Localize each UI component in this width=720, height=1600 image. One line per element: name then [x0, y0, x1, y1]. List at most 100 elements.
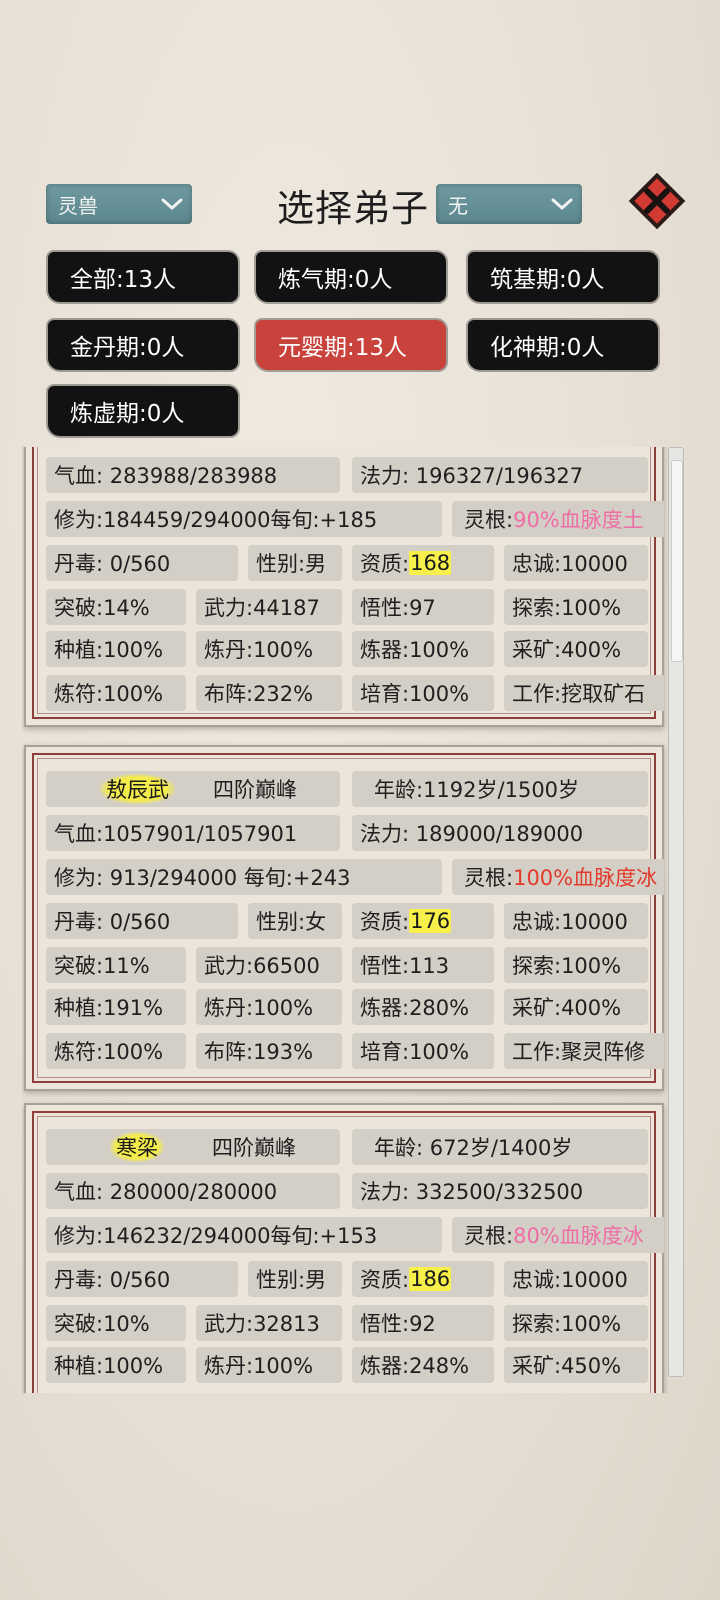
stat-force: 武力:66500 [196, 947, 342, 983]
filter-tag-label: 化神期:0人 [490, 335, 605, 361]
stat-cultivation: 修为:146232/294000每旬:+153 [46, 1217, 442, 1253]
page-title: 选择弟子 [277, 187, 429, 230]
aptitude-value: 186 [409, 1267, 452, 1291]
filter-tag-qi-refining[interactable]: 炼气期:0人 [256, 252, 446, 302]
aptitude-value: 168 [409, 551, 452, 575]
disciple-card[interactable]: 敖辰武 四阶巅峰 年龄:1192岁/1500岁 气血:1057901/10579… [24, 745, 664, 1091]
chevron-down-icon [161, 198, 183, 211]
stat-loyalty: 忠诚:10000 [504, 1261, 648, 1297]
filter-tag-all[interactable]: 全部:13人 [48, 252, 238, 302]
stat-insight: 悟性:113 [352, 947, 494, 983]
filter-dropdown[interactable]: 无 [436, 184, 582, 224]
disciple-card[interactable]: 气血: 283988/283988 法力: 196327/196327 修为:1… [24, 447, 664, 727]
filter-tag-foundation[interactable]: 筑基期:0人 [468, 252, 658, 302]
aptitude-label: 资质: [360, 552, 410, 576]
filter-tag-label: 全部:13人 [70, 267, 177, 293]
filter-tag-label: 炼虚期:0人 [70, 401, 185, 427]
stat-formation: 布阵:232% [196, 675, 342, 711]
spirit-root-label: 灵根: [464, 866, 514, 890]
stat-spirit-root: 灵根: 90%血脉度土 [452, 501, 664, 537]
stat-forge: 炼器:280% [352, 989, 494, 1025]
aptitude-label: 资质: [360, 1268, 410, 1292]
disciple-name-cell: 敖辰武 四阶巅峰 [46, 771, 340, 807]
stat-alchemy: 炼丹:100% [196, 989, 342, 1025]
stat-explore: 探索:100% [504, 1305, 648, 1341]
filter-tag-golden-core[interactable]: 金丹期:0人 [48, 320, 238, 370]
stat-aptitude: 资质: 186 [352, 1261, 494, 1297]
stat-aptitude: 资质: 176 [352, 903, 494, 939]
stat-alchemy: 炼丹:100% [196, 1347, 342, 1383]
disciple-name: 敖辰武 [100, 774, 175, 804]
stat-poison: 丹毒: 0/560 [46, 545, 238, 581]
stat-mining: 采矿:400% [504, 631, 648, 667]
stat-plant: 种植:100% [46, 631, 186, 667]
stat-forge: 炼器:100% [352, 631, 494, 667]
stat-insight: 悟性:92 [352, 1305, 494, 1341]
stat-loyalty: 忠诚:10000 [504, 545, 648, 581]
close-icon[interactable] [628, 172, 686, 230]
disciple-list[interactable]: 气血: 283988/283988 法力: 196327/196327 修为:1… [22, 447, 668, 1393]
filter-tag-label: 元婴期:13人 [278, 335, 408, 361]
stat-mana: 法力: 189000/189000 [352, 815, 648, 851]
stat-hp: 气血:1057901/1057901 [46, 815, 340, 851]
stat-formation: 布阵:193% [196, 1033, 342, 1069]
stat-cultivation: 修为: 913/294000 每旬:+243 [46, 859, 442, 895]
stat-gender: 性别:女 [248, 903, 342, 939]
filter-tag-deity[interactable]: 化神期:0人 [468, 320, 658, 370]
stat-insight: 悟性:97 [352, 589, 494, 625]
filter-tag-label: 炼气期:0人 [278, 267, 393, 293]
stat-talisman: 炼符:100% [46, 675, 186, 711]
disciple-realm: 四阶巅峰 [212, 1136, 296, 1160]
aptitude-label: 资质: [360, 910, 410, 934]
list-scrollbar[interactable] [668, 447, 684, 1377]
filter-tag-label: 金丹期:0人 [70, 335, 185, 361]
aptitude-value: 176 [409, 909, 452, 933]
spirit-root-value: 100%血脉度冰 [513, 866, 658, 890]
disciple-name-cell: 寒梁 四阶巅峰 [46, 1129, 340, 1165]
stat-plant: 种植:100% [46, 1347, 186, 1383]
stat-poison: 丹毒: 0/560 [46, 1261, 238, 1297]
disciple-name: 寒梁 [110, 1132, 164, 1162]
disciple-card[interactable]: 寒梁 四阶巅峰 年龄: 672岁/1400岁 气血: 280000/280000… [24, 1103, 664, 1393]
stat-force: 武力:32813 [196, 1305, 342, 1341]
stat-alchemy: 炼丹:100% [196, 631, 342, 667]
stat-spirit-root: 灵根: 100%血脉度冰 [452, 859, 664, 895]
stat-nurture: 培育:100% [352, 1033, 494, 1069]
category-dropdown-value: 灵兽 [58, 193, 98, 218]
stat-explore: 探索:100% [504, 589, 648, 625]
stat-forge: 炼器:248% [352, 1347, 494, 1383]
disciple-realm: 四阶巅峰 [213, 778, 297, 802]
stat-plant: 种植:191% [46, 989, 186, 1025]
scrollbar-thumb[interactable] [671, 460, 683, 662]
stat-loyalty: 忠诚:10000 [504, 903, 648, 939]
stat-poison: 丹毒: 0/560 [46, 903, 238, 939]
filter-dropdown-value: 无 [448, 193, 468, 218]
stat-gender: 性别:男 [248, 545, 342, 581]
filter-tag-label: 筑基期:0人 [490, 267, 605, 293]
stat-age: 年龄:1192岁/1500岁 [352, 771, 648, 807]
stat-talisman: 炼符:100% [46, 1033, 186, 1069]
stat-mana: 法力: 196327/196327 [352, 457, 648, 493]
stat-mining: 采矿:450% [504, 1347, 648, 1383]
stat-aptitude: 资质: 168 [352, 545, 494, 581]
filter-tag-void-refining[interactable]: 炼虚期:0人 [48, 386, 238, 436]
category-dropdown[interactable]: 灵兽 [46, 184, 192, 224]
stat-age: 年龄: 672岁/1400岁 [352, 1129, 648, 1165]
stat-work: 工作:挖取矿石 [504, 675, 664, 711]
stat-nurture: 培育:100% [352, 675, 494, 711]
stat-breakthrough: 突破:11% [46, 947, 186, 983]
stat-breakthrough: 突破:14% [46, 589, 186, 625]
stat-spirit-root: 灵根: 80%血脉度冰 [452, 1217, 664, 1253]
filter-tag-nascent-soul[interactable]: 元婴期:13人 [256, 320, 446, 370]
stat-mana: 法力: 332500/332500 [352, 1173, 648, 1209]
spirit-root-value: 90%血脉度土 [513, 508, 644, 532]
stat-mining: 采矿:400% [504, 989, 648, 1025]
stat-force: 武力:44187 [196, 589, 342, 625]
stat-work: 工作:聚灵阵修 [504, 1033, 664, 1069]
spirit-root-value: 80%血脉度冰 [513, 1224, 644, 1248]
stat-explore: 探索:100% [504, 947, 648, 983]
chevron-down-icon [551, 198, 573, 211]
stat-hp: 气血: 280000/280000 [46, 1173, 340, 1209]
stat-breakthrough: 突破:10% [46, 1305, 186, 1341]
stat-gender: 性别:男 [248, 1261, 342, 1297]
